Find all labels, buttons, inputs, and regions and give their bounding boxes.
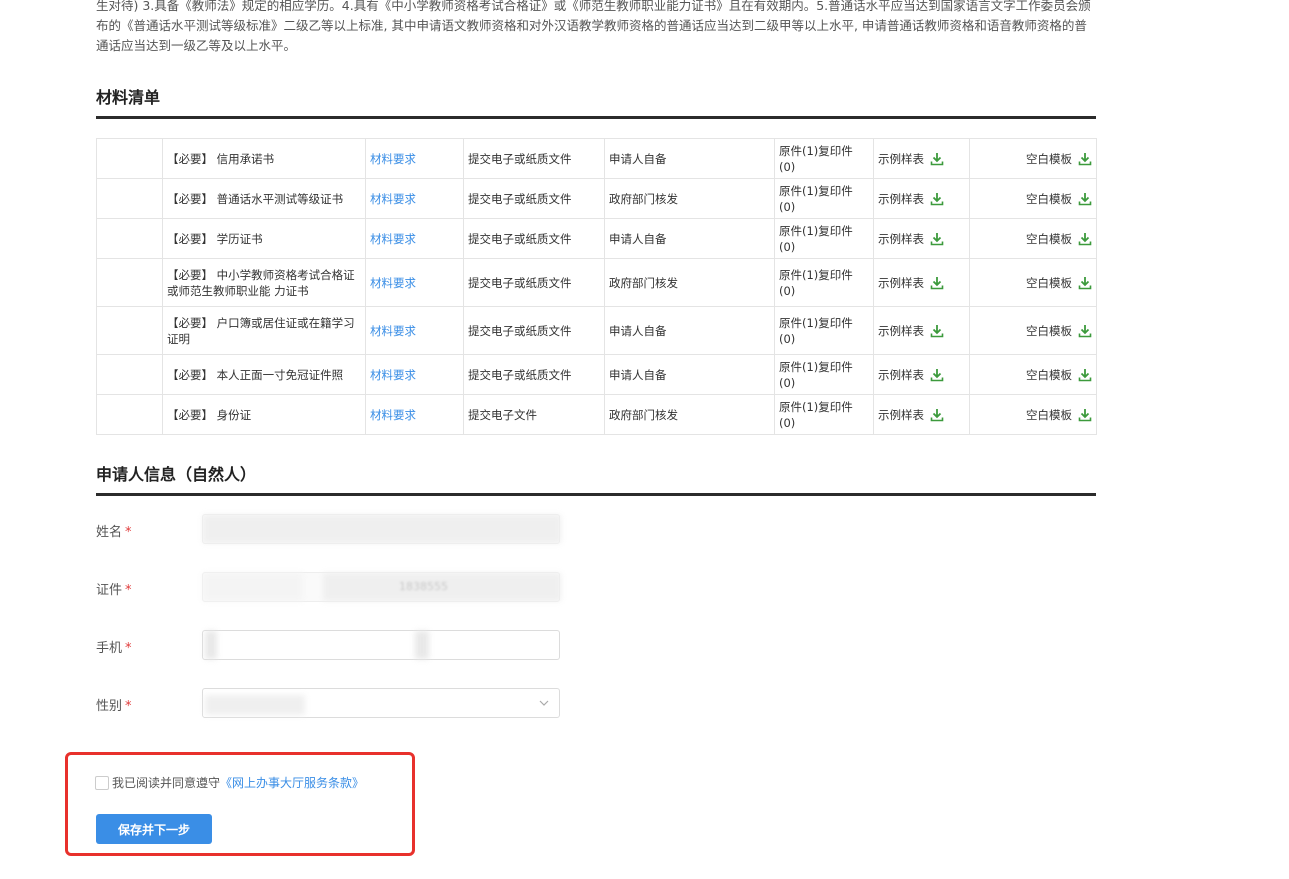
download-icon[interactable] (1078, 276, 1092, 290)
template-download[interactable]: 空白模板 (969, 354, 1097, 395)
material-source: 政府部门核发 (604, 394, 775, 435)
material-row: 【必要】 学历证书 材料要求 提交电子或纸质文件 申请人自备 原件(1)复印件(0) 示例… (96, 218, 1097, 259)
id-value: 1838555 (399, 580, 448, 593)
template-download[interactable]: 空白模板 (969, 394, 1097, 435)
copy-count: 原件(1)复印件(0) (774, 258, 874, 307)
template-download[interactable]: 空白模板 (969, 218, 1097, 259)
material-source: 政府部门核发 (604, 178, 775, 219)
materials-section-title: 材料清单 (96, 84, 1096, 119)
name-input[interactable] (202, 514, 561, 544)
submit-method: 提交电子或纸质文件 (463, 218, 605, 259)
download-icon[interactable] (930, 408, 944, 422)
material-row: 【必要】 中小学教师资格考试合格证或师范生教师职业能 力证书 材料要求 提交电子或纸… (96, 258, 1097, 307)
sample-download[interactable]: 示例样表 (873, 394, 970, 435)
material-name: 【必要】 学历证书 (162, 218, 366, 259)
row-blank-cell (96, 354, 163, 395)
chevron-down-icon (539, 700, 549, 706)
download-icon[interactable] (1078, 232, 1092, 246)
material-row: 【必要】 信用承诺书 材料要求 提交电子或纸质文件 申请人自备 原件(1)复印件(0) 示… (96, 138, 1097, 179)
copy-count: 原件(1)复印件(0) (774, 218, 874, 259)
phone-input[interactable] (202, 630, 560, 660)
download-icon[interactable] (930, 152, 944, 166)
material-requirement-link[interactable]: 材料要求 (365, 394, 464, 435)
material-row: 【必要】 本人正面一寸免冠证件照 材料要求 提交电子或纸质文件 申请人自备 原件(1)复… (96, 354, 1097, 395)
material-requirement-link[interactable]: 材料要求 (365, 178, 464, 219)
material-source: 申请人自备 (604, 138, 775, 179)
copy-count: 原件(1)复印件(0) (774, 306, 874, 355)
requirements-text: 生对待) 3.具备《教师法》规定的相应学历。4.具有《中小学教师资格考试合格证》… (96, 0, 1091, 53)
material-requirement-link[interactable]: 材料要求 (365, 138, 464, 179)
download-icon[interactable] (930, 324, 944, 338)
material-name: 【必要】 户口簿或居住证或在籍学习证明 (162, 306, 366, 355)
download-icon[interactable] (930, 276, 944, 290)
copy-count: 原件(1)复印件(0) (774, 354, 874, 395)
template-download[interactable]: 空白模板 (969, 258, 1097, 307)
submit-method: 提交电子文件 (463, 394, 605, 435)
template-download[interactable]: 空白模板 (969, 138, 1097, 179)
sample-download[interactable]: 示例样表 (873, 354, 970, 395)
sample-download[interactable]: 示例样表 (873, 258, 970, 307)
submit-method: 提交电子或纸质文件 (463, 138, 605, 179)
download-icon[interactable] (930, 368, 944, 382)
material-source: 政府部门核发 (604, 258, 775, 307)
row-blank-cell (96, 394, 163, 435)
material-requirement-link[interactable]: 材料要求 (365, 354, 464, 395)
copy-count: 原件(1)复印件(0) (774, 138, 874, 179)
submit-method: 提交电子或纸质文件 (463, 178, 605, 219)
id-row: 证件 * 1838555 (96, 572, 566, 604)
row-blank-cell (96, 138, 163, 179)
download-icon[interactable] (930, 232, 944, 246)
material-source: 申请人自备 (604, 218, 775, 259)
sample-download[interactable]: 示例样表 (873, 218, 970, 259)
download-icon[interactable] (1078, 152, 1092, 166)
row-blank-cell (96, 258, 163, 307)
gender-row: 性别 * (96, 688, 566, 720)
material-requirement-link[interactable]: 材料要求 (365, 258, 464, 307)
phone-label: 手机 * (96, 641, 132, 656)
row-blank-cell (96, 306, 163, 355)
material-row: 【必要】 普通话水平测试等级证书 材料要求 提交电子或纸质文件 政府部门核发 原件(1)… (96, 178, 1097, 219)
download-icon[interactable] (1078, 192, 1092, 206)
download-icon[interactable] (930, 192, 944, 206)
id-input[interactable]: 1838555 (202, 572, 561, 602)
applicant-section-title: 申请人信息（自然人） (96, 461, 1096, 496)
row-blank-cell (96, 218, 163, 259)
material-name: 【必要】 信用承诺书 (162, 138, 366, 179)
highlight-annotation-box (65, 752, 415, 856)
gender-select[interactable] (202, 688, 560, 718)
submit-method: 提交电子或纸质文件 (463, 354, 605, 395)
material-row: 【必要】 身份证 材料要求 提交电子文件 政府部门核发 原件(1)复印件(0) 示例样表空… (96, 394, 1097, 435)
download-icon[interactable] (1078, 368, 1092, 382)
sample-download[interactable]: 示例样表 (873, 138, 970, 179)
material-row: 【必要】 户口簿或居住证或在籍学习证明 材料要求 提交电子或纸质文件 申请人自备 原件(… (96, 306, 1097, 355)
material-source: 申请人自备 (604, 306, 775, 355)
template-download[interactable]: 空白模板 (969, 178, 1097, 219)
gender-label: 性别 * (96, 699, 132, 714)
row-blank-cell (96, 178, 163, 219)
download-icon[interactable] (1078, 324, 1092, 338)
material-name: 【必要】 本人正面一寸免冠证件照 (162, 354, 366, 395)
material-name: 【必要】 中小学教师资格考试合格证或师范生教师职业能 力证书 (162, 258, 366, 307)
name-row: 姓名 * (96, 514, 566, 546)
copy-count: 原件(1)复印件(0) (774, 394, 874, 435)
sample-download[interactable]: 示例样表 (873, 178, 970, 219)
submit-method: 提交电子或纸质文件 (463, 258, 605, 307)
material-requirement-link[interactable]: 材料要求 (365, 306, 464, 355)
phone-row: 手机 * (96, 630, 566, 662)
material-requirement-link[interactable]: 材料要求 (365, 218, 464, 259)
material-name: 【必要】 普通话水平测试等级证书 (162, 178, 366, 219)
submit-method: 提交电子或纸质文件 (463, 306, 605, 355)
name-label: 姓名 * (96, 525, 132, 540)
id-label: 证件 * (96, 583, 132, 598)
copy-count: 原件(1)复印件(0) (774, 178, 874, 219)
sample-download[interactable]: 示例样表 (873, 306, 970, 355)
download-icon[interactable] (1078, 408, 1092, 422)
material-name: 【必要】 身份证 (162, 394, 366, 435)
material-source: 申请人自备 (604, 354, 775, 395)
template-download[interactable]: 空白模板 (969, 306, 1097, 355)
materials-table: 【必要】 信用承诺书 材料要求 提交电子或纸质文件 申请人自备 原件(1)复印件(0) 示… (96, 138, 1097, 435)
